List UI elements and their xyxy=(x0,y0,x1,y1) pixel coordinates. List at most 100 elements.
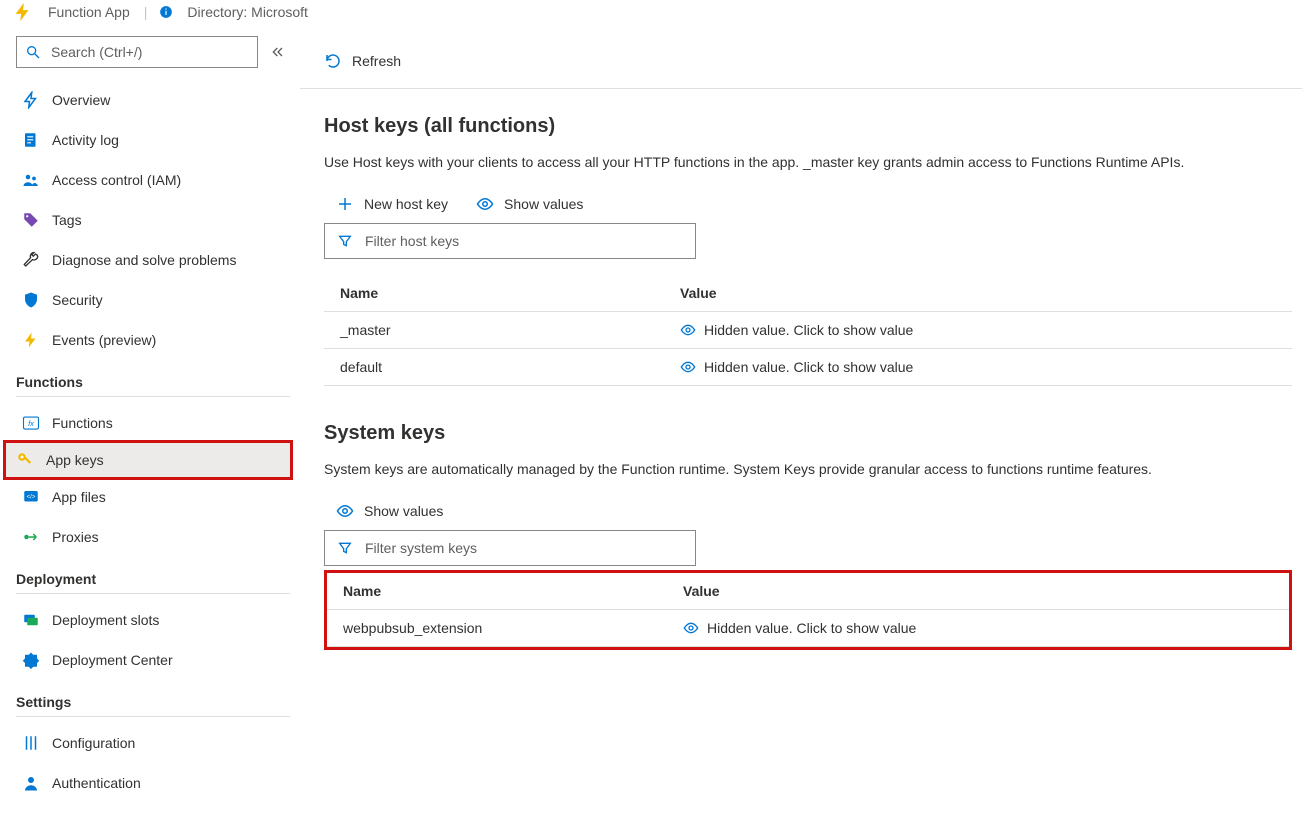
show-value-button[interactable]: Hidden value. Click to show value xyxy=(680,359,1276,375)
toolbar: Refresh xyxy=(300,46,1302,89)
filter-icon xyxy=(337,540,353,556)
system-keys-section: System keys System keys are automaticall… xyxy=(300,396,1302,660)
file-icon xyxy=(22,488,40,506)
host-keys-col-name: Name xyxy=(324,275,664,312)
sidebar-item-label: Tags xyxy=(52,212,82,228)
eye-icon xyxy=(680,322,696,338)
refresh-icon xyxy=(324,52,342,70)
system-keys-col-name: Name xyxy=(327,573,667,610)
show-value-button[interactable]: Hidden value. Click to show value xyxy=(683,620,1273,636)
slots-icon xyxy=(22,611,40,629)
wrench-icon xyxy=(22,251,40,269)
table-row[interactable]: default Hidden value. Click to show valu… xyxy=(324,349,1292,386)
eye-icon xyxy=(476,195,494,213)
search-icon xyxy=(25,44,41,60)
tag-icon xyxy=(22,211,40,229)
hidden-value-text: Hidden value. Click to show value xyxy=(704,359,913,375)
sidebar-item-configuration[interactable]: Configuration xyxy=(16,723,290,763)
overview-icon xyxy=(22,91,40,109)
sidebar-item-label: Diagnose and solve problems xyxy=(52,252,236,268)
sidebar-item-label: App keys xyxy=(46,452,104,468)
sidebar-item-security[interactable]: Security xyxy=(16,280,290,320)
host-keys-title: Host keys (all functions) xyxy=(324,115,1292,138)
sidebar-item-authentication[interactable]: Authentication xyxy=(16,763,290,803)
fx-icon xyxy=(22,414,40,432)
sidebar-item-label: Security xyxy=(52,292,103,308)
sidebar-item-label: Authentication xyxy=(52,775,141,791)
show-system-values-button[interactable]: Show values xyxy=(336,502,443,520)
table-row[interactable]: _master Hidden value. Click to show valu… xyxy=(324,312,1292,349)
show-host-values-button[interactable]: Show values xyxy=(476,195,583,213)
sidebar-item-overview[interactable]: Overview xyxy=(16,80,290,120)
sidebar-item-tags[interactable]: Tags xyxy=(16,200,290,240)
eye-icon xyxy=(680,359,696,375)
configuration-icon xyxy=(22,734,40,752)
system-keys-filter[interactable] xyxy=(324,530,696,566)
sidebar-item-functions[interactable]: Functions xyxy=(16,403,290,443)
resource-type-label: Function App xyxy=(48,4,130,20)
sidebar-item-label: Configuration xyxy=(52,735,135,751)
sidebar-item-label: Activity log xyxy=(52,132,119,148)
system-keys-highlight: Name Value webpubsub_extension Hidden va… xyxy=(324,570,1292,650)
system-keys-description: System keys are automatically managed by… xyxy=(324,459,1284,480)
key-name: default xyxy=(324,349,664,386)
refresh-label: Refresh xyxy=(352,53,401,69)
key-name: _master xyxy=(324,312,664,349)
sidebar-item-diagnose[interactable]: Diagnose and solve problems xyxy=(16,240,290,280)
sidebar-item-label: Functions xyxy=(52,415,113,431)
new-host-key-button[interactable]: New host key xyxy=(336,195,448,213)
sidebar-search[interactable] xyxy=(16,36,258,68)
key-name: webpubsub_extension xyxy=(327,610,667,647)
authentication-icon xyxy=(22,774,40,792)
table-row[interactable]: webpubsub_extension Hidden value. Click … xyxy=(327,610,1289,647)
sidebar-item-activity-log[interactable]: Activity log xyxy=(16,120,290,160)
eye-icon xyxy=(336,502,354,520)
sidebar: Overview Activity log Access control (IA… xyxy=(0,30,300,833)
host-keys-col-value: Value xyxy=(664,275,1292,312)
main-content: Refresh Host keys (all functions) Use Ho… xyxy=(300,30,1302,833)
hidden-value-text: Hidden value. Click to show value xyxy=(707,620,916,636)
sidebar-item-label: Access control (IAM) xyxy=(52,172,181,188)
sidebar-item-label: Overview xyxy=(52,92,110,108)
header-separator: | xyxy=(144,4,148,20)
sidebar-item-proxies[interactable]: Proxies xyxy=(16,517,290,557)
system-keys-table: Name Value webpubsub_extension Hidden va… xyxy=(327,573,1289,647)
host-keys-filter-input[interactable] xyxy=(363,232,683,250)
events-icon xyxy=(22,331,40,349)
plus-icon xyxy=(336,195,354,213)
sidebar-item-app-keys[interactable]: App keys xyxy=(3,440,293,480)
refresh-button[interactable]: Refresh xyxy=(324,52,401,70)
sidebar-group-functions: Functions xyxy=(16,374,290,397)
sidebar-item-label: Deployment slots xyxy=(52,612,159,628)
show-value-button[interactable]: Hidden value. Click to show value xyxy=(680,322,1276,338)
new-host-key-label: New host key xyxy=(364,196,448,212)
system-keys-filter-input[interactable] xyxy=(363,539,683,557)
host-keys-filter[interactable] xyxy=(324,223,696,259)
function-app-icon xyxy=(12,1,34,23)
host-keys-table: Name Value _master Hidden value. Click t… xyxy=(324,275,1292,386)
eye-icon xyxy=(683,620,699,636)
proxy-icon xyxy=(22,528,40,546)
host-keys-section: Host keys (all functions) Use Host keys … xyxy=(300,89,1302,396)
system-keys-col-value: Value xyxy=(667,573,1289,610)
hidden-value-text: Hidden value. Click to show value xyxy=(704,322,913,338)
activity-log-icon xyxy=(22,131,40,149)
sidebar-item-access-control[interactable]: Access control (IAM) xyxy=(16,160,290,200)
sidebar-item-label: Deployment Center xyxy=(52,652,173,668)
page-header: Function App | Directory: Microsoft xyxy=(0,0,1302,30)
filter-icon xyxy=(337,233,353,249)
show-host-values-label: Show values xyxy=(504,196,583,212)
sidebar-item-deployment-slots[interactable]: Deployment slots xyxy=(16,600,290,640)
sidebar-item-label: Events (preview) xyxy=(52,332,156,348)
deployment-center-icon xyxy=(22,651,40,669)
sidebar-item-deployment-center[interactable]: Deployment Center xyxy=(16,640,290,680)
sidebar-scroll[interactable]: Overview Activity log Access control (IA… xyxy=(0,30,300,833)
sidebar-item-app-files[interactable]: App files xyxy=(16,477,290,517)
host-keys-description: Use Host keys with your clients to acces… xyxy=(324,152,1284,173)
sidebar-item-events[interactable]: Events (preview) xyxy=(16,320,290,360)
system-keys-title: System keys xyxy=(324,422,1292,445)
sidebar-search-input[interactable] xyxy=(49,43,249,61)
key-icon xyxy=(16,451,34,469)
collapse-sidebar-button[interactable] xyxy=(266,40,290,64)
sidebar-item-label: Proxies xyxy=(52,529,99,545)
